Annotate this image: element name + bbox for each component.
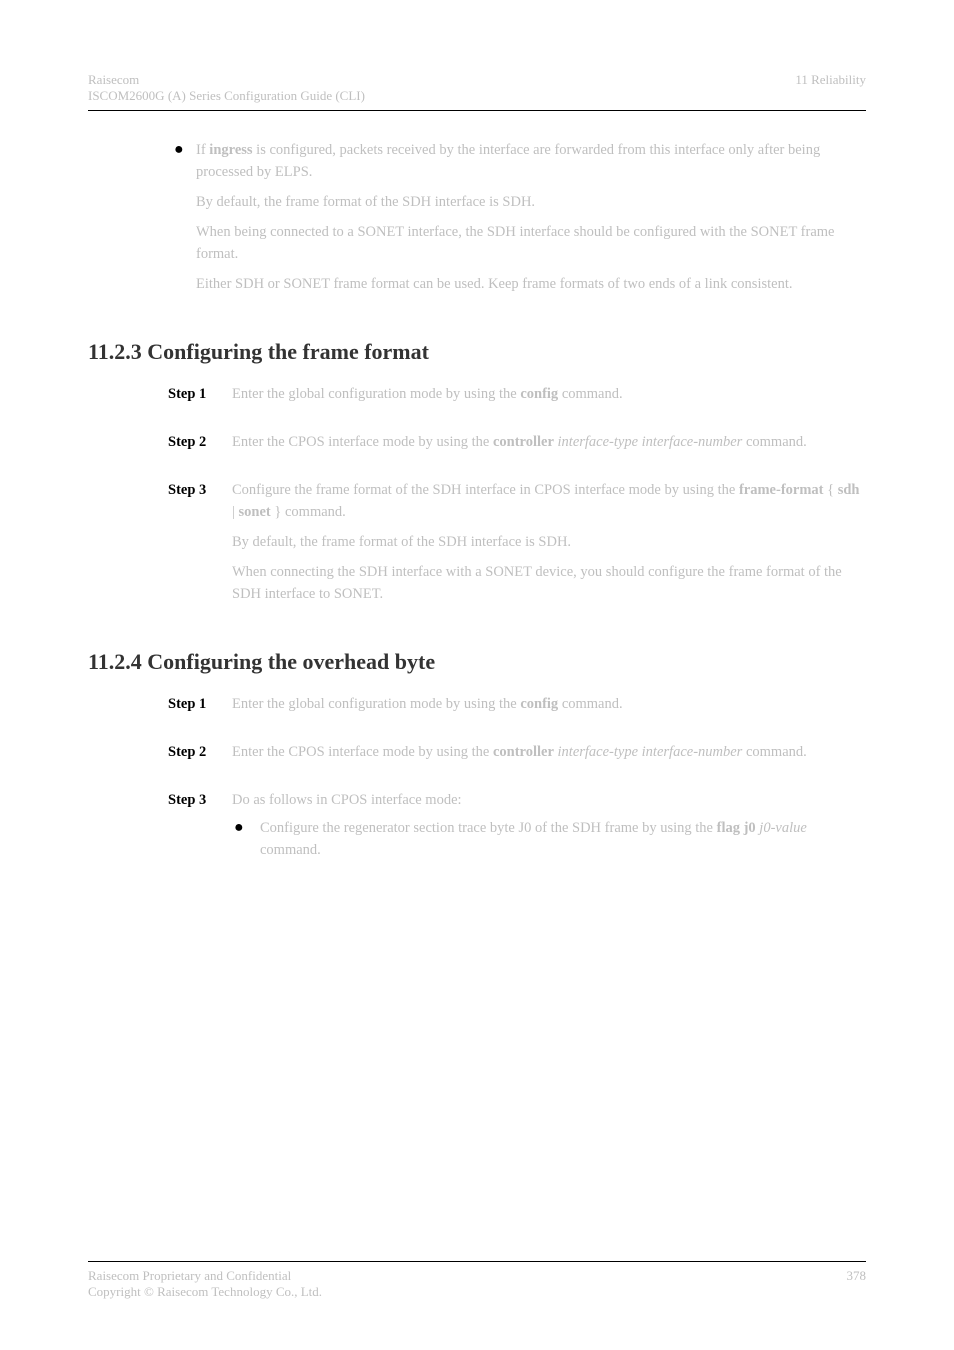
- page-header: Raisecom ISCOM2600G (A) Series Configura…: [88, 72, 866, 111]
- step-body: Configure the frame format of the SDH in…: [232, 479, 866, 523]
- content-area: ● If ingress is configured, packets rece…: [88, 139, 866, 295]
- step-label: Step 2: [168, 431, 232, 453]
- step-body: Enter the global configuration mode by u…: [232, 693, 866, 715]
- page-number: 378: [847, 1268, 867, 1300]
- step-block: Step 1 Enter the global configuration mo…: [168, 693, 866, 715]
- footer-left-2: Copyright © Raisecom Technology Co., Ltd…: [88, 1284, 322, 1300]
- paragraph: When connecting the SDH interface with a…: [168, 561, 866, 605]
- step-label: Step 2: [168, 741, 232, 763]
- step-label: Step 1: [168, 383, 232, 405]
- paragraph: By default, the frame format of the SDH …: [168, 191, 866, 213]
- step-body: Do as follows in CPOS interface mode:: [232, 789, 866, 811]
- page-footer: Raisecom Proprietary and Confidential Co…: [88, 1261, 866, 1300]
- step-block: Step 3 Configure the frame format of the…: [168, 479, 866, 605]
- header-right-1: 11 Reliability: [795, 72, 866, 88]
- step-body: Enter the CPOS interface mode by using t…: [232, 741, 866, 763]
- paragraph: When being connected to a SONET interfac…: [168, 221, 866, 265]
- step-label: Step 1: [168, 693, 232, 715]
- step-block: Step 2 Enter the CPOS interface mode by …: [168, 741, 866, 763]
- paragraph: Either SDH or SONET frame format can be …: [168, 273, 866, 295]
- footer-left-1: Raisecom Proprietary and Confidential: [88, 1268, 322, 1284]
- step-block: Step 2 Enter the CPOS interface mode by …: [168, 431, 866, 453]
- step-block: Step 3 Do as follows in CPOS interface m…: [168, 789, 866, 811]
- bullet-icon: ●: [168, 139, 196, 183]
- bullet-text: If ingress is configured, packets receiv…: [196, 139, 866, 183]
- section-heading: 11.2.3 Configuring the frame format: [88, 339, 866, 365]
- step-body: Enter the global configuration mode by u…: [232, 383, 866, 405]
- step-label: Step 3: [168, 789, 232, 811]
- paragraph: By default, the frame format of the SDH …: [168, 531, 866, 553]
- step-label: Step 3: [168, 479, 232, 523]
- bullet-text: Configure the regenerator section trace …: [260, 817, 866, 861]
- section-heading: 11.2.4 Configuring the overhead byte: [88, 649, 866, 675]
- bullet-item: ● Configure the regenerator section trac…: [168, 817, 866, 861]
- step-block: Step 1 Enter the global configuration mo…: [168, 383, 866, 405]
- header-left-2: ISCOM2600G (A) Series Configuration Guid…: [88, 88, 365, 104]
- step-body: Enter the CPOS interface mode by using t…: [232, 431, 866, 453]
- bullet-icon: ●: [232, 817, 260, 861]
- bullet-item: ● If ingress is configured, packets rece…: [168, 139, 866, 183]
- header-left-1: Raisecom: [88, 72, 365, 88]
